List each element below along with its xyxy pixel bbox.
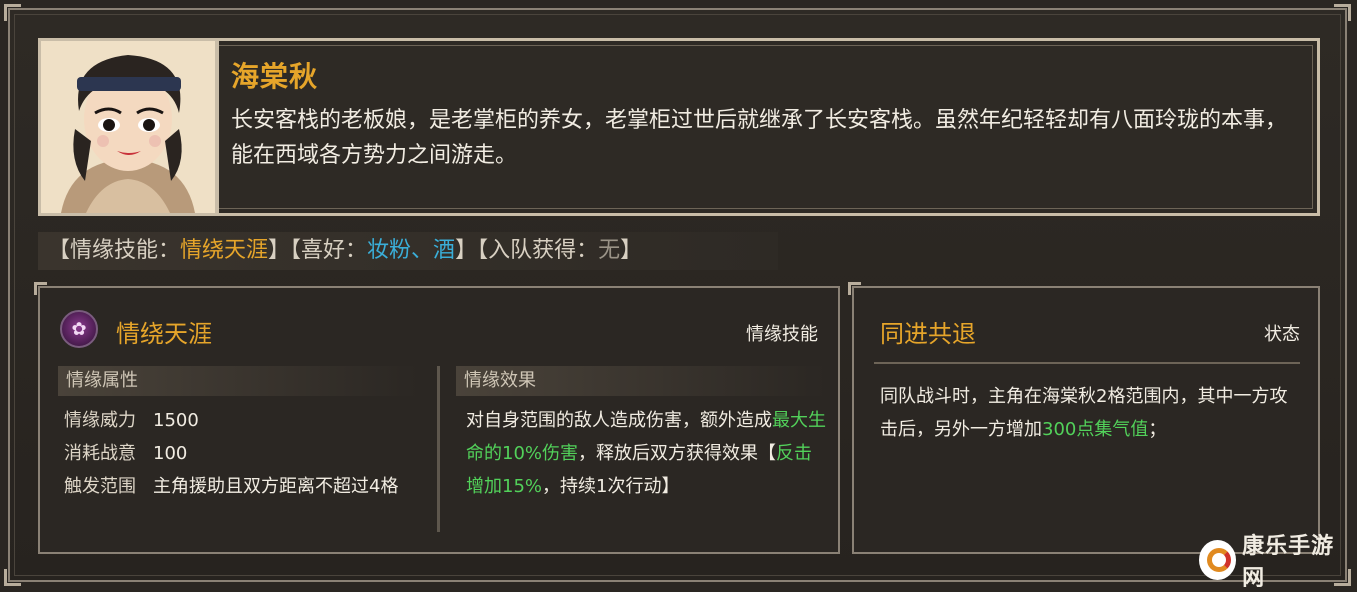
- frame-corner: [4, 569, 21, 586]
- character-header-panel: 海棠秋 长安客栈的老板娘，是老掌柜的养女，老掌柜过世后就继承了长安客栈。虽然年纪…: [38, 38, 1320, 216]
- site-watermark: 康乐手游网: [1199, 534, 1349, 591]
- divider: [437, 366, 440, 532]
- watermark-text: 康乐手游网: [1242, 534, 1335, 591]
- state-type: 状态: [1264, 324, 1300, 345]
- lotus-icon: ✿: [60, 310, 98, 348]
- attr-header: 情缘属性: [58, 366, 418, 396]
- divider: [874, 362, 1300, 364]
- state-description: 同队战斗时，主角在海棠秋2格范围内，其中一方攻击后，另外一方增加300点集气值；: [880, 386, 1288, 440]
- watermark-logo-icon: [1199, 540, 1237, 580]
- skill-type: 情缘技能: [746, 324, 818, 345]
- state-panel: 同进共退 状态 同队战斗时，主角在海棠秋2格范围内，其中一方攻击后，另外一方增加…: [848, 282, 1320, 554]
- frame-corner: [4, 4, 21, 21]
- character-description: 长安客栈的老板娘，是老掌柜的养女，老掌柜过世后就继承了长安客栈。虽然年纪轻轻却有…: [231, 108, 1288, 168]
- tag-skill: 情绕天涯: [180, 238, 269, 263]
- skill-title: 情绕天涯: [116, 320, 212, 348]
- attr-row: 情缘威力 1500: [64, 410, 199, 431]
- character-name: 海棠秋: [231, 60, 319, 93]
- character-tags: 【情缘技能：情绕天涯】【喜好：妆粉、酒】【入队获得：无】: [38, 232, 778, 270]
- character-portrait: [41, 41, 219, 213]
- effect-header: 情缘效果: [456, 366, 826, 396]
- tag-join-reward: 无: [598, 238, 621, 263]
- attr-row: 触发范围 主角援助且双方距离不超过4格: [64, 476, 399, 497]
- attr-row: 消耗战意 100: [64, 443, 188, 464]
- state-title: 同进共退: [880, 320, 976, 348]
- tag-likes: 妆粉、酒: [367, 238, 456, 263]
- skill-effect-text: 对自身范围的敌人造成伤害，额外造成最大生命的10%伤害，释放后双方获得效果【反击…: [466, 410, 826, 497]
- skill-panel: ✿ 情绕天涯 情缘技能 情缘属性 情缘威力 1500 消耗战意 100 触发范围 主角…: [34, 282, 840, 554]
- frame-corner: [1334, 4, 1351, 21]
